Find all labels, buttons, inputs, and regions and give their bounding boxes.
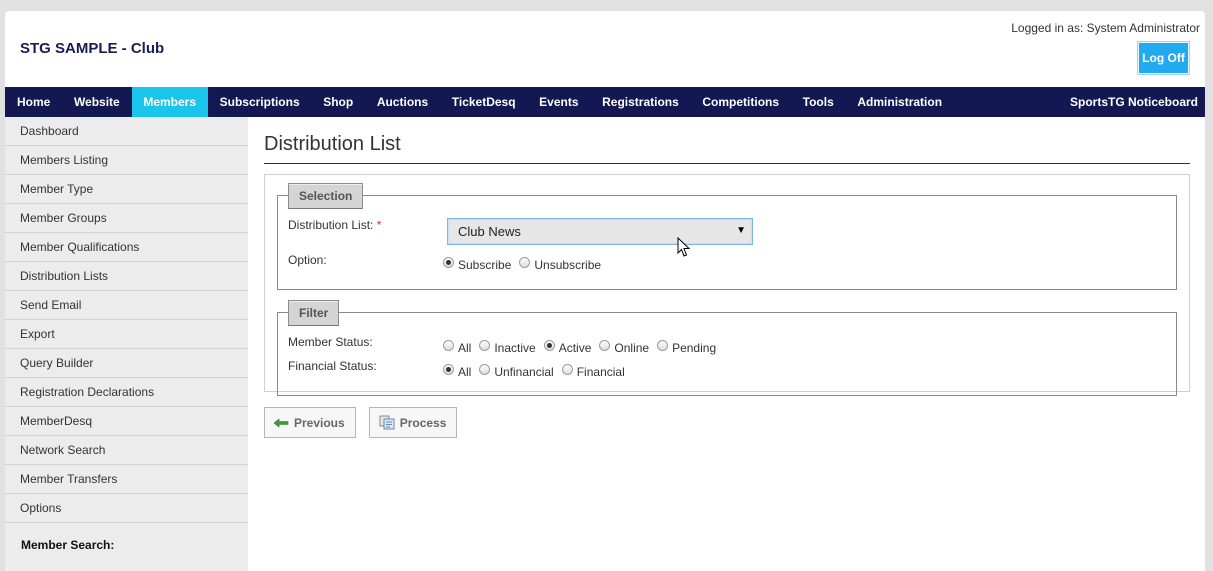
member-status-online-radio[interactable] bbox=[599, 339, 611, 351]
process-label: Process bbox=[399, 415, 447, 430]
site-title[interactable]: STG SAMPLE - Club bbox=[20, 40, 164, 57]
nav-item-tools[interactable]: Tools bbox=[791, 87, 846, 117]
sidebar-item-registration-declarations[interactable]: Registration Declarations bbox=[5, 378, 248, 407]
option-unsubscribe-label[interactable]: Unsubscribe bbox=[534, 258, 601, 272]
sidebar-item-member-type[interactable]: Member Type bbox=[5, 175, 248, 204]
member-status-pending-label[interactable]: Pending bbox=[672, 341, 716, 355]
action-buttons: Previous Process bbox=[264, 407, 1190, 438]
page-title: Distribution List bbox=[264, 133, 1190, 164]
sidebar-item-distribution-lists[interactable]: Distribution Lists bbox=[5, 262, 248, 291]
selection-fieldset: Selection Distribution List: * Club News… bbox=[277, 183, 1177, 290]
option-label: Option: bbox=[288, 253, 327, 267]
nav-item-members[interactable]: Members bbox=[131, 87, 208, 117]
selection-legend: Selection bbox=[288, 183, 364, 209]
required-mark: * bbox=[376, 218, 382, 232]
log-off-button[interactable]: Log Off bbox=[1138, 42, 1189, 74]
member-status-inactive-label[interactable]: Inactive bbox=[494, 341, 535, 355]
nav-item-auctions[interactable]: Auctions bbox=[365, 87, 440, 117]
nav-item-home[interactable]: Home bbox=[5, 87, 62, 117]
option-unsubscribe-radio[interactable] bbox=[519, 256, 531, 268]
sidebar-item-network-search[interactable]: Network Search bbox=[5, 436, 248, 465]
sidebar-item-memberdesq[interactable]: MemberDesq bbox=[5, 407, 248, 436]
member-status-active-label[interactable]: Active bbox=[559, 341, 592, 355]
sidebar-item-send-email[interactable]: Send Email bbox=[5, 291, 248, 320]
sidebar-item-options[interactable]: Options bbox=[5, 494, 248, 523]
member-search-label: Member Search: bbox=[21, 538, 115, 552]
member-status-all-label[interactable]: All bbox=[458, 341, 471, 355]
sidebar: Dashboard Members Listing Member Type Me… bbox=[5, 117, 248, 571]
member-status-label: Member Status: bbox=[288, 335, 373, 349]
financial-status-all-label[interactable]: All bbox=[458, 365, 471, 379]
dropdown-caret-icon: ▼ bbox=[736, 225, 746, 236]
nav-item-ticketdesq[interactable]: TicketDesq bbox=[440, 87, 527, 117]
member-status-all-radio[interactable] bbox=[443, 339, 454, 351]
sidebar-item-member-transfers[interactable]: Member Transfers bbox=[5, 465, 248, 494]
member-status-active-radio[interactable] bbox=[543, 339, 555, 351]
financial-status-all-radio[interactable] bbox=[443, 363, 454, 375]
member-status-radio-group: All Inactive Active Online Pending bbox=[443, 339, 724, 355]
option-radio-group: Subscribe Unsubscribe bbox=[443, 256, 609, 272]
sidebar-item-members-listing[interactable]: Members Listing bbox=[5, 146, 248, 175]
documents-icon bbox=[379, 415, 395, 430]
filter-fieldset: Filter Member Status: All Inactive Activ… bbox=[277, 300, 1177, 396]
financial-status-radio-group: All Unfinancial Financial bbox=[443, 363, 633, 379]
nav-item-noticeboard[interactable]: SportsTG Noticeboard bbox=[1070, 87, 1205, 117]
financial-status-unfinancial-radio[interactable] bbox=[479, 363, 491, 375]
previous-button[interactable]: Previous bbox=[264, 407, 356, 438]
financial-status-financial-label[interactable]: Financial bbox=[577, 365, 625, 379]
member-status-pending-radio[interactable] bbox=[657, 339, 669, 351]
nav-item-registrations[interactable]: Registrations bbox=[590, 87, 690, 117]
member-status-online-label[interactable]: Online bbox=[614, 341, 649, 355]
main-nav: Home Website Members Subscriptions Shop … bbox=[5, 87, 1205, 117]
financial-status-label: Financial Status: bbox=[288, 359, 377, 373]
member-status-inactive-radio[interactable] bbox=[479, 339, 491, 351]
process-button[interactable]: Process bbox=[368, 407, 458, 438]
logged-in-text: Logged in as: System Administrator bbox=[1011, 21, 1200, 35]
nav-item-administration[interactable]: Administration bbox=[846, 87, 954, 117]
financial-status-financial-radio[interactable] bbox=[561, 363, 573, 375]
arrow-left-icon bbox=[274, 417, 289, 428]
form-box: Selection Distribution List: * Club News… bbox=[264, 174, 1190, 396]
sidebar-item-member-groups[interactable]: Member Groups bbox=[5, 204, 248, 233]
nav-item-competitions[interactable]: Competitions bbox=[691, 87, 791, 117]
distribution-list-value: Club News bbox=[458, 224, 521, 239]
financial-status-unfinancial-label[interactable]: Unfinancial bbox=[494, 365, 553, 379]
option-subscribe-label[interactable]: Subscribe bbox=[458, 258, 511, 272]
sidebar-item-export[interactable]: Export bbox=[5, 320, 248, 349]
previous-label: Previous bbox=[294, 415, 345, 430]
main-content: Distribution List Selection Distribution… bbox=[264, 117, 1190, 438]
sidebar-item-dashboard[interactable]: Dashboard bbox=[5, 117, 248, 146]
sidebar-item-query-builder[interactable]: Query Builder bbox=[5, 349, 248, 378]
filter-legend: Filter bbox=[288, 300, 340, 326]
nav-item-subscriptions[interactable]: Subscriptions bbox=[208, 87, 312, 117]
header: STG SAMPLE - Club Logged in as: System A… bbox=[5, 11, 1205, 87]
option-subscribe-radio[interactable] bbox=[443, 256, 454, 268]
page: STG SAMPLE - Club Logged in as: System A… bbox=[5, 11, 1205, 571]
sidebar-item-member-qualifications[interactable]: Member Qualifications bbox=[5, 233, 248, 262]
distribution-list-label: Distribution List: * bbox=[288, 218, 382, 232]
distribution-list-select[interactable]: Club News ▼ bbox=[447, 218, 753, 245]
nav-item-events[interactable]: Events bbox=[527, 87, 590, 117]
nav-item-website[interactable]: Website bbox=[62, 87, 131, 117]
nav-item-shop[interactable]: Shop bbox=[311, 87, 365, 117]
